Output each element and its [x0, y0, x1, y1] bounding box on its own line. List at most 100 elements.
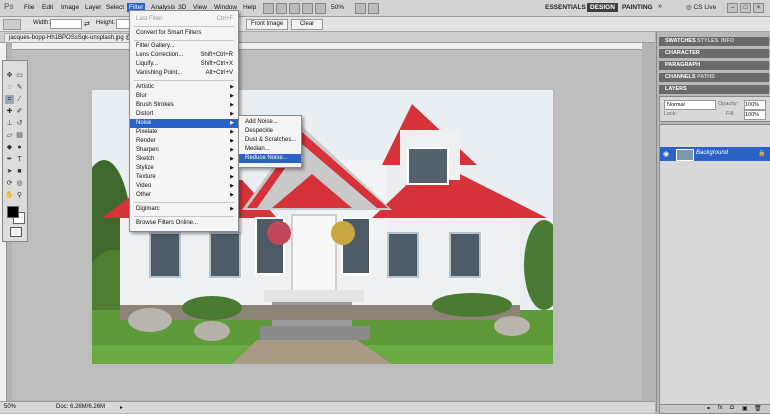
menu-item-vanishing-point[interactable]: Vanishing Point... Alt+Ctrl+V [130, 69, 238, 78]
menu-item-artistic[interactable]: Artistic ▶ [130, 83, 238, 92]
menu-item-texture[interactable]: Texture ▶ [130, 173, 238, 182]
maximize-button[interactable]: □ [740, 3, 751, 13]
history-brush-tool-icon[interactable]: ↺ [15, 119, 24, 128]
blur-tool-icon[interactable]: ◆ [5, 143, 14, 152]
menu-item-other[interactable]: Other ▶ [130, 191, 238, 200]
marquee-tool-icon[interactable]: ▭ [15, 71, 24, 80]
workspace-design[interactable]: DESIGN [587, 3, 618, 12]
paragraph-panel-tab[interactable]: PARAGRAPH [659, 61, 769, 70]
zoom-icon[interactable] [302, 3, 313, 14]
3d-camera-tool-icon[interactable]: ◎ [15, 179, 24, 188]
shape-tool-icon[interactable]: ■ [15, 167, 24, 176]
pen-tool-icon[interactable]: ✒ [5, 155, 14, 164]
screen-mode-icon[interactable] [368, 3, 379, 14]
link-layers-icon[interactable]: ⚭ [706, 405, 711, 412]
layer-name[interactable]: Background [696, 150, 728, 156]
zoom-tool-icon[interactable]: ⚲ [15, 191, 24, 200]
quick-mask-icon[interactable] [10, 227, 22, 237]
clone-stamp-tool-icon[interactable]: ⊥ [5, 119, 14, 128]
tab-layers[interactable]: LAYERS [665, 86, 687, 92]
rotate-view-icon[interactable] [315, 3, 326, 14]
menu-help[interactable]: Help [241, 3, 258, 12]
gradient-tool-icon[interactable]: ▤ [15, 131, 24, 140]
dodge-tool-icon[interactable]: ● [15, 143, 24, 152]
layers-panel-tab[interactable]: LAYERS [659, 85, 769, 94]
add-style-icon[interactable]: fx [718, 405, 723, 411]
menu-item-render[interactable]: Render ▶ [130, 137, 238, 146]
menu-image[interactable]: Image [59, 3, 81, 12]
swatches-panel-tab[interactable]: SWATCHES STYLES INFO [659, 37, 769, 46]
clear-button[interactable]: Clear [291, 19, 323, 30]
foreground-color-swatch[interactable] [7, 206, 19, 218]
type-tool-icon[interactable]: T [15, 155, 24, 164]
healing-brush-tool-icon[interactable]: ✚ [5, 107, 14, 116]
menu-item-digimarc[interactable]: Digimarc ▶ [130, 205, 238, 214]
tab-styles[interactable]: STYLES [697, 38, 718, 44]
menu-item-dust-scratches[interactable]: Dust & Scratches... [239, 136, 301, 145]
close-button[interactable]: × [753, 3, 764, 13]
menu-layer[interactable]: Layer [83, 3, 103, 12]
eraser-tool-icon[interactable]: ▱ [5, 131, 14, 140]
menu-item-last-filter[interactable]: Last Filter Ctrl+F [130, 15, 238, 24]
character-panel-tab[interactable]: CHARACTER [659, 49, 769, 58]
menu-item-despeckle[interactable]: Despeckle [239, 127, 301, 136]
menu-item-convert-smart-filters[interactable]: Convert for Smart Filters [130, 29, 238, 38]
path-selection-tool-icon[interactable]: ➤ [5, 167, 14, 176]
blend-mode-select[interactable]: Normal [664, 100, 716, 110]
add-mask-icon[interactable]: ◘ [730, 405, 734, 411]
tab-paths[interactable]: PATHS [697, 74, 715, 80]
menu-item-median[interactable]: Median... [239, 145, 301, 154]
layer-row-background[interactable]: ◉ Background 🔒 [660, 147, 770, 161]
eyedropper-tool-icon[interactable]: ⁄ [15, 95, 24, 104]
cs-live-button[interactable]: ◎ CS Live [686, 3, 716, 11]
menu-item-liquify[interactable]: Liquify... Shift+Ctrl+X [130, 60, 238, 69]
menu-select[interactable]: Select [104, 3, 126, 12]
more-workspaces-button[interactable]: » [658, 3, 662, 10]
mini-bridge-icon[interactable] [276, 3, 287, 14]
status-arrow-icon[interactable]: ▸ [120, 404, 123, 411]
tab-swatches[interactable]: SWATCHES [665, 38, 696, 44]
status-zoom[interactable]: 50% [4, 404, 16, 410]
menu-edit[interactable]: Edit [40, 3, 55, 12]
channels-panel-tab[interactable]: CHANNELS PATHS [659, 73, 769, 82]
menu-item-distort[interactable]: Distort ▶ [130, 110, 238, 119]
front-image-button[interactable]: Front Image [246, 19, 288, 30]
minimize-button[interactable]: – [727, 3, 738, 13]
menu-item-sharpen[interactable]: Sharpen ▶ [130, 146, 238, 155]
swap-icon[interactable]: ⇄ [84, 20, 90, 28]
arrange-documents-icon[interactable] [355, 3, 366, 14]
move-tool-icon[interactable]: ✥ [5, 71, 14, 80]
menu-item-reduce-noise[interactable]: Reduce Noise... [239, 154, 301, 163]
tab-info[interactable]: INFO [721, 38, 734, 44]
visibility-eye-icon[interactable]: ◉ [663, 150, 669, 158]
menu-item-brush-strokes[interactable]: Brush Strokes ▶ [130, 101, 238, 110]
menu-item-sketch[interactable]: Sketch ▶ [130, 155, 238, 164]
3d-rotate-tool-icon[interactable]: ⟳ [5, 179, 14, 188]
menu-item-pixelate[interactable]: Pixelate ▶ [130, 128, 238, 137]
crop-tool-icon-active[interactable]: ⌗ [5, 95, 14, 104]
menu-item-browse-filters-online[interactable]: Browse Filters Online... [130, 219, 238, 228]
hand-tool-icon[interactable]: ✋ [5, 191, 14, 200]
zoom-level[interactable]: 50% [331, 4, 344, 11]
menu-file[interactable]: File [22, 3, 36, 12]
bridge-icon[interactable] [263, 3, 274, 14]
menu-item-noise[interactable]: Noise ▶ [130, 119, 238, 128]
menu-item-stylize[interactable]: Stylize ▶ [130, 164, 238, 173]
workspace-essentials[interactable]: ESSENTIALS [542, 3, 589, 12]
opacity-input[interactable]: 100% [744, 100, 766, 110]
width-input[interactable] [50, 19, 82, 29]
menu-item-video[interactable]: Video ▶ [130, 182, 238, 191]
menu-item-blur[interactable]: Blur ▶ [130, 92, 238, 101]
lasso-tool-icon[interactable]: ◌ [5, 83, 14, 92]
tab-character[interactable]: CHARACTER [665, 50, 700, 56]
hand-icon[interactable] [289, 3, 300, 14]
tab-paragraph[interactable]: PARAGRAPH [665, 62, 700, 68]
workspace-painting[interactable]: PAINTING [619, 3, 656, 12]
delete-layer-icon[interactable]: 🗑 [754, 405, 762, 412]
crop-tool-icon[interactable] [3, 19, 21, 30]
tab-channels[interactable]: CHANNELS [665, 74, 696, 80]
new-layer-icon[interactable]: ▣ [742, 405, 748, 412]
menu-item-lens-correction[interactable]: Lens Correction... Shift+Ctrl+R [130, 51, 238, 60]
brush-tool-icon[interactable]: ✐ [15, 107, 24, 116]
quick-selection-tool-icon[interactable]: ✎ [15, 83, 24, 92]
